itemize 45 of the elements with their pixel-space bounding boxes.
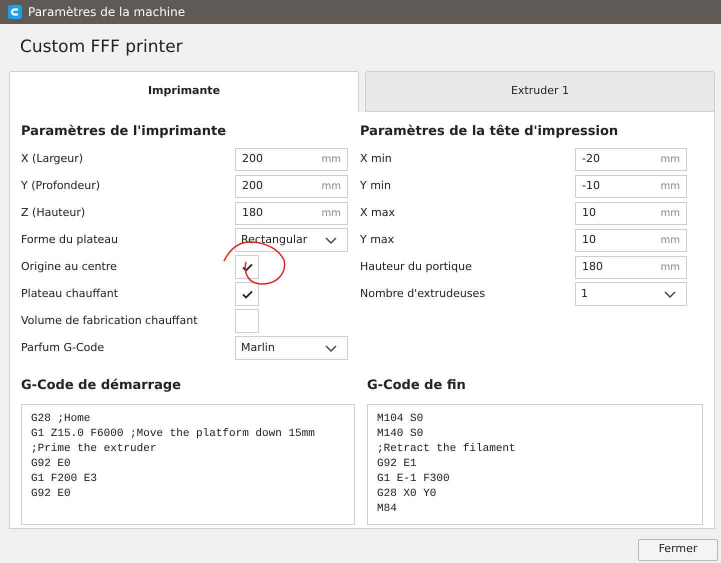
number-field[interactable]: 10 mm bbox=[575, 228, 687, 252]
gcode-editor[interactable]: M104 S0 M140 S0 ;Retract the filament G92 E1 G1 E-1 F300 G28 X0 Y0 M84 bbox=[367, 404, 703, 524]
field-label: Parfum G-Code bbox=[21, 340, 106, 356]
field-label: Z (Hauteur) bbox=[21, 204, 86, 221]
chevron-down-icon bbox=[325, 236, 337, 244]
dropdown[interactable]: Rectangular bbox=[235, 228, 348, 252]
field-label: X max bbox=[360, 204, 396, 221]
gcode-editor[interactable]: G28 ;Home G1 Z15.0 F6000 ;Move the platform down 15mm ;Prime the extruder G92 E0 G1 F200 E3 G92 E0 bbox=[21, 404, 355, 524]
field-label: X (Largeur) bbox=[21, 150, 84, 167]
checkmark-icon bbox=[242, 290, 252, 298]
checkbox[interactable] bbox=[235, 309, 259, 333]
checkbox[interactable] bbox=[235, 282, 259, 306]
field-label: Plateau chauffant bbox=[21, 286, 120, 302]
section-heading: G-Code de démarrage bbox=[21, 376, 182, 394]
field-label: Forme du plateau bbox=[21, 232, 119, 248]
section-heading: Paramètres de l'imprimante bbox=[21, 122, 228, 140]
field-label: Nombre d'extrudeuses bbox=[360, 286, 486, 302]
section-heading: G-Code de fin bbox=[367, 376, 467, 394]
chevron-down-icon bbox=[325, 344, 337, 352]
tab[interactable]: Extruder 1 bbox=[365, 70, 715, 112]
window-title: Paramètres de la machine bbox=[28, 4, 186, 21]
field-label: Y min bbox=[360, 178, 392, 194]
field-label: Volume de fabrication chauffant bbox=[21, 312, 199, 329]
number-field[interactable]: 200 mm bbox=[235, 148, 348, 170]
dropdown[interactable]: Marlin bbox=[235, 336, 348, 360]
field-label: Origine au centre bbox=[21, 258, 118, 275]
close-button[interactable]: Fermer bbox=[638, 538, 718, 560]
number-field[interactable]: 180 mm bbox=[235, 202, 348, 224]
printer-name: Custom FFF printer bbox=[20, 37, 183, 57]
section-heading: Paramètres de la tête d'impression bbox=[360, 122, 620, 140]
checkbox[interactable] bbox=[235, 255, 259, 279]
field-label: X min bbox=[360, 150, 393, 167]
number-field[interactable]: 10 mm bbox=[575, 202, 687, 224]
chevron-down-icon bbox=[664, 290, 676, 298]
tab[interactable]: Imprimante bbox=[9, 70, 359, 112]
checkmark-icon bbox=[242, 262, 252, 272]
field-label: Y max bbox=[360, 232, 396, 248]
app-logo-icon bbox=[8, 5, 22, 19]
number-field[interactable]: -20 mm bbox=[575, 148, 687, 170]
number-field[interactable]: 180 mm bbox=[575, 256, 687, 278]
number-field[interactable]: 200 mm bbox=[235, 174, 348, 198]
dropdown[interactable]: 1 bbox=[575, 282, 687, 306]
field-label: Hauteur du portique bbox=[360, 258, 473, 275]
field-label: Y (Profondeur) bbox=[21, 178, 102, 194]
number-field[interactable]: -10 mm bbox=[575, 174, 687, 198]
